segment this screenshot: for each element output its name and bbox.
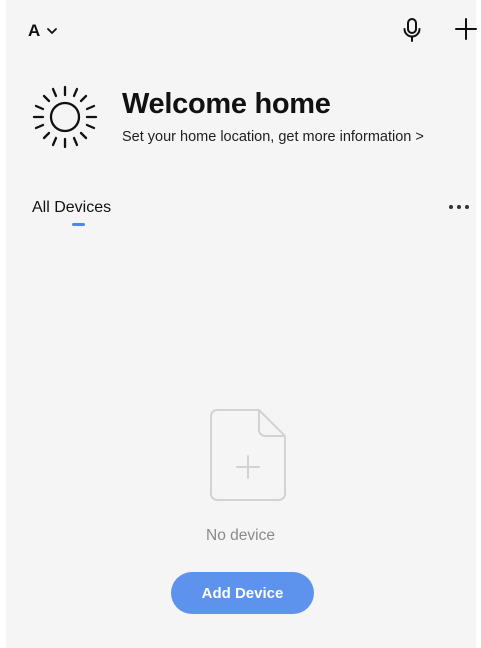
microphone-icon[interactable] <box>401 17 423 43</box>
home-location-link[interactable]: Set your home location, get more informa… <box>122 129 424 145</box>
add-file-icon <box>210 409 286 501</box>
sun-icon <box>32 85 98 149</box>
plus-icon[interactable] <box>453 16 479 42</box>
active-tab-indicator <box>72 223 85 226</box>
home-selector[interactable]: A <box>28 19 58 43</box>
add-device-button[interactable]: Add Device <box>171 572 314 614</box>
app-screen: A Welcome home Set your home location, g… <box>6 0 479 648</box>
welcome-title: Welcome home <box>122 88 331 120</box>
more-horizontal-icon[interactable] <box>446 198 472 216</box>
home-name: A <box>28 21 41 40</box>
chevron-down-icon <box>47 28 58 34</box>
empty-state-message: No device <box>206 527 275 544</box>
tab-all-devices[interactable]: All Devices <box>32 199 111 217</box>
